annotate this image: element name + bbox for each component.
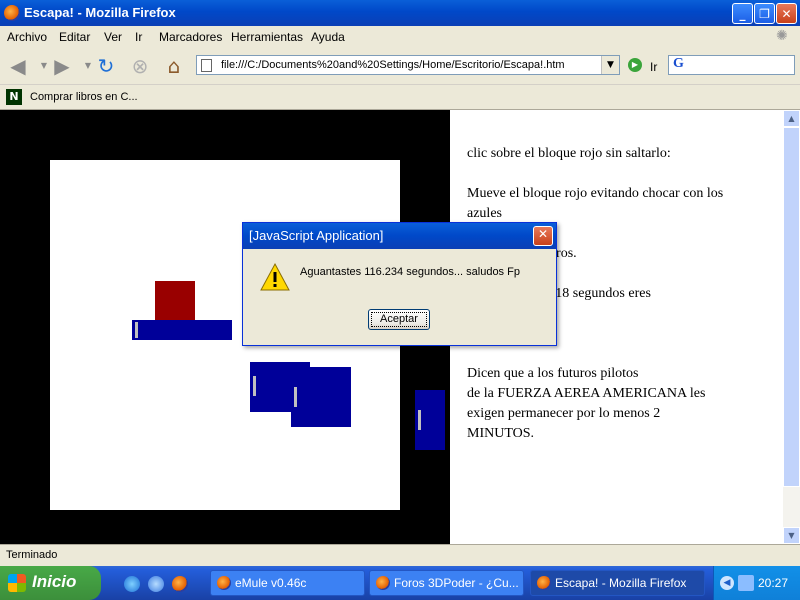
throbber-icon: ✺ [776, 28, 788, 44]
back-arrow-icon[interactable]: ◀ [6, 54, 30, 78]
go-icon[interactable]: ▶ [628, 58, 642, 72]
home-icon[interactable]: ⌂ [162, 54, 186, 78]
dialog-titlebar[interactable]: [JavaScript Application] ✕ [243, 223, 556, 249]
block-marker [253, 376, 256, 396]
task-foros[interactable]: Foros 3DPoder - ¿Cu... [369, 570, 524, 596]
bookmark-n-icon: N [6, 89, 22, 105]
window-title: Escapa! - Mozilla Firefox [24, 5, 176, 20]
text-line: Dicen que a los futuros pilotos [467, 366, 639, 381]
status-text: Terminado [6, 549, 58, 561]
window-titlebar[interactable]: Escapa! - Mozilla Firefox _ ❐ ✕ [0, 0, 800, 26]
start-label: Inicio [32, 572, 77, 591]
url-text[interactable]: file:///C:/Documents%20and%20Settings/Ho… [221, 59, 565, 71]
network-icon[interactable] [738, 575, 754, 591]
firefox-icon [4, 5, 20, 21]
firefox-icon [537, 576, 551, 590]
url-bar[interactable]: file:///C:/Documents%20and%20Settings/Ho… [196, 55, 620, 75]
menu-ayuda[interactable]: Ayuda [311, 30, 345, 44]
start-button[interactable]: Inicio [0, 566, 101, 600]
close-button[interactable]: ✕ [776, 3, 797, 24]
dialog-title: [JavaScript Application] [249, 228, 384, 243]
task-label: Foros 3DPoder - ¿Cu... [394, 576, 519, 590]
bookmark-item[interactable]: Comprar libros en C... [30, 91, 138, 103]
tray-back-icon[interactable]: ◀ [720, 576, 734, 590]
clock: 20:27 [758, 576, 789, 590]
menu-bar: Archivo Editar Ver Ir Marcadores Herrami… [0, 26, 800, 49]
dialog-message: Aguantastes 116.234 segundos... saludos … [300, 266, 520, 278]
menu-ir[interactable]: Ir [135, 30, 142, 44]
go-button[interactable]: Ir [650, 60, 657, 74]
search-input[interactable]: G [668, 55, 795, 75]
bookmarks-toolbar: N Comprar libros en C... [0, 85, 800, 110]
scroll-down-icon[interactable]: ▼ [783, 527, 800, 544]
menu-marcadores[interactable]: Marcadores [159, 30, 222, 44]
task-escapa[interactable]: Escapa! - Mozilla Firefox [530, 570, 705, 596]
menu-editar[interactable]: Editar [59, 30, 90, 44]
minimize-button[interactable]: _ [732, 3, 753, 24]
ie-icon[interactable] [124, 576, 140, 592]
accept-button[interactable]: Aceptar [368, 309, 430, 330]
emule-icon [217, 576, 231, 590]
text-line: exigen permanecer por lo menos 2 [467, 406, 661, 421]
scroll-up-icon[interactable]: ▲ [783, 110, 800, 127]
text-line: clic sobre el bloque rojo sin saltarlo: [467, 146, 671, 161]
status-bar: Terminado [0, 544, 800, 567]
text-line: de la FUERZA AEREA AMERICANA les [467, 386, 706, 401]
firefox-quicklaunch-icon[interactable] [172, 576, 188, 592]
show-desktop-icon[interactable] [148, 576, 164, 592]
text-line: Mueve el bloque rojo evitando chocar con… [467, 186, 724, 201]
system-tray: ◀ 20:27 [713, 566, 800, 600]
reload-icon[interactable]: ↻ [94, 54, 118, 78]
text-line: MINUTOS. [467, 426, 535, 441]
maximize-button[interactable]: ❐ [754, 3, 775, 24]
blue-block [291, 367, 351, 427]
taskbar: Inicio eMule v0.46c Foros 3DPoder - ¿Cu.… [0, 566, 800, 600]
block-marker [135, 322, 138, 338]
warning-icon [260, 262, 290, 291]
alert-dialog: [JavaScript Application] ✕ Aguantastes 1… [242, 222, 557, 346]
url-dropdown-icon[interactable]: ▼ [601, 56, 619, 74]
red-block[interactable] [155, 281, 195, 321]
task-label: Escapa! - Mozilla Firefox [555, 576, 687, 590]
page-icon [201, 59, 212, 72]
scroll-thumb[interactable] [783, 127, 800, 487]
forward-arrow-icon[interactable]: ▶ [50, 54, 74, 78]
task-emule[interactable]: eMule v0.46c [210, 570, 365, 596]
stop-icon[interactable]: ⊗ [128, 54, 152, 78]
blue-block [415, 390, 445, 450]
block-marker [418, 410, 421, 430]
firefox-icon [376, 576, 390, 590]
text-line: azules [467, 206, 502, 221]
task-label: eMule v0.46c [235, 576, 307, 590]
google-icon[interactable]: G [673, 56, 684, 72]
windows-logo-icon [8, 574, 26, 592]
menu-herramientas[interactable]: Herramientas [231, 30, 303, 44]
dialog-close-button[interactable]: ✕ [533, 226, 553, 246]
block-marker [294, 387, 297, 407]
menu-archivo[interactable]: Archivo [7, 30, 47, 44]
blue-block [132, 320, 232, 340]
vertical-scrollbar[interactable]: ▲ ▼ [783, 110, 800, 544]
menu-ver[interactable]: Ver [104, 30, 122, 44]
